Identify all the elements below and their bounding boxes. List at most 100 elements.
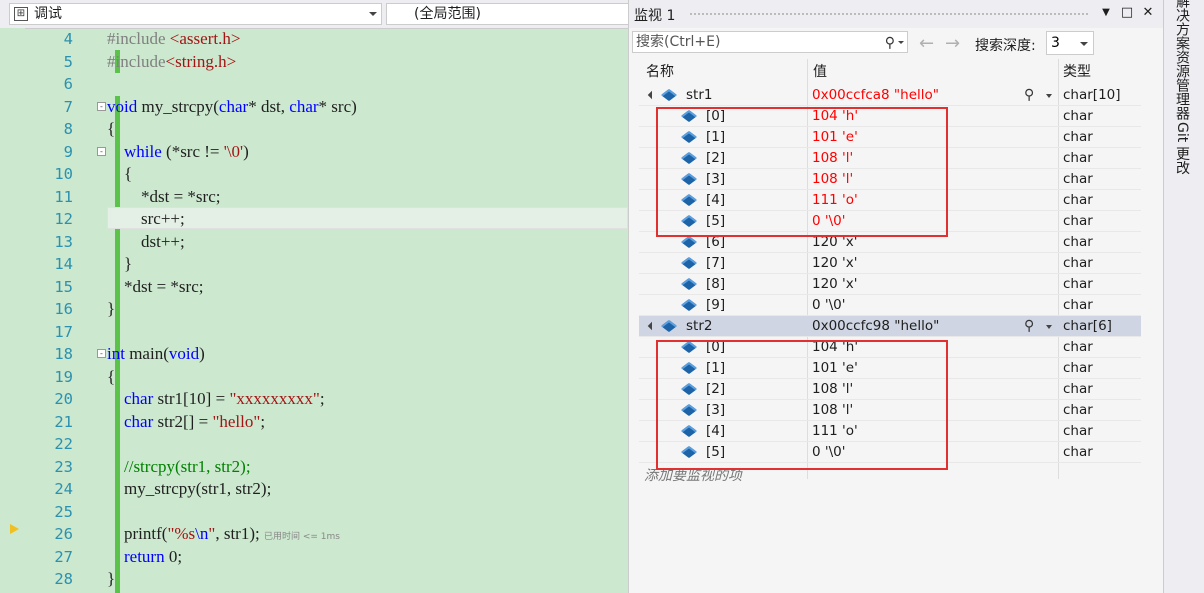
scope-dropdown[interactable]: ⊞ 调试 [9, 3, 382, 25]
element-value[interactable]: 120 'x' [812, 253, 857, 274]
watch-row[interactable]: [1] 101 'e' char [639, 358, 1141, 379]
element-type: char [1063, 360, 1093, 376]
search-input[interactable]: 搜索(Ctrl+E) ⚲ [632, 31, 908, 53]
watch-row[interactable]: [4] 111 'o' char [639, 190, 1141, 211]
column-header-type[interactable]: 类型 [1063, 59, 1091, 85]
chevron-down-icon[interactable] [898, 41, 904, 44]
line-number: 13 [54, 232, 73, 251]
string-literal: "xxxxxxxxx" [229, 389, 320, 408]
watch-row[interactable]: [2] 108 'l' char [639, 148, 1141, 169]
magnify-icon[interactable]: ⚲ [1024, 85, 1034, 106]
watch-row-str2[interactable]: str2 0x00ccfc98 "hello" ⚲ char[6] [639, 316, 1141, 337]
code-line: *dst = *src; [107, 186, 221, 206]
watch-row[interactable]: [0] 104 'h' char [639, 337, 1141, 358]
watch-row[interactable]: [9] 0 '\0' char [639, 295, 1141, 316]
field-icon [680, 403, 698, 417]
tab-git-changes[interactable]: Git 更改 [1172, 122, 1192, 175]
add-watch-hint[interactable]: 添加要监视的项 [644, 465, 742, 485]
watch-row[interactable]: [5] 0 '\0' char [639, 211, 1141, 232]
expand-collapse-icon[interactable] [647, 321, 657, 331]
search-depth-dropdown[interactable]: 3 [1046, 31, 1094, 55]
perf-tip[interactable]: 已用时间 <= 1ms [264, 532, 340, 542]
watch-row[interactable]: [6] 120 'x' char [639, 232, 1141, 253]
code-text: ; [319, 389, 325, 408]
variable-value[interactable]: 0x00ccfc98 "hello" [812, 316, 939, 337]
window-menu-icon[interactable]: ▼ [1097, 4, 1115, 22]
watch-row[interactable]: [4] 111 'o' char [639, 421, 1141, 442]
element-value[interactable]: 104 'h' [812, 337, 858, 358]
element-value[interactable]: 111 'o' [812, 421, 858, 442]
back-arrow-icon[interactable]: ← [919, 33, 934, 54]
column-header-name[interactable]: 名称 [646, 59, 674, 85]
line-number: 11 [54, 187, 73, 206]
element-type: char [1063, 297, 1093, 313]
code-text: str2[] = [153, 411, 213, 431]
watch-title-bar[interactable]: 监视 1 ▼ □ ✕ [629, 0, 1164, 28]
field-icon [680, 214, 698, 228]
collapse-icon[interactable]: - [97, 349, 106, 358]
variable-icon [660, 319, 678, 333]
code-text: ) [199, 344, 205, 363]
watch-row[interactable]: [8] 120 'x' char [639, 274, 1141, 295]
watch-row[interactable]: [5] 0 '\0' char [639, 442, 1141, 463]
keyword: void [168, 344, 200, 363]
line-number: 22 [54, 435, 73, 453]
collapse-icon[interactable]: - [97, 102, 106, 111]
chevron-down-icon[interactable] [1046, 325, 1052, 329]
element-value[interactable]: 0 '\0' [812, 442, 845, 463]
watch-row[interactable]: [3] 108 'l' char [639, 400, 1141, 421]
search-icon[interactable]: ⚲ [885, 33, 895, 53]
code-area[interactable]: #include <assert.h> #include<string.h> v… [107, 28, 628, 593]
watch-row[interactable]: [1] 101 'e' char [639, 127, 1141, 148]
field-icon [680, 130, 698, 144]
watch-row[interactable]: [2] 108 'l' char [639, 379, 1141, 400]
watch-row[interactable]: [3] 108 'l' char [639, 169, 1141, 190]
collapse-icon[interactable]: - [97, 147, 106, 156]
element-value[interactable]: 111 'o' [812, 190, 858, 211]
element-value[interactable]: 0 '\0' [812, 295, 845, 316]
chevron-down-icon[interactable] [1046, 94, 1052, 98]
element-index: [5] [706, 444, 726, 460]
element-value[interactable]: 101 'e' [812, 358, 858, 379]
element-value[interactable]: 108 'l' [812, 148, 853, 169]
element-value[interactable]: 108 'l' [812, 169, 853, 190]
field-icon [680, 340, 698, 354]
variable-value[interactable]: 0x00ccfca8 "hello" [812, 85, 939, 106]
expand-collapse-icon[interactable] [647, 90, 657, 100]
breakpoint-margin[interactable] [0, 28, 25, 593]
close-icon[interactable]: ✕ [1139, 4, 1157, 22]
drag-grip[interactable] [689, 12, 1089, 17]
element-value[interactable]: 120 'x' [812, 232, 857, 253]
element-value[interactable]: 101 'e' [812, 127, 858, 148]
line-number: 28 [54, 570, 73, 588]
code-editor[interactable]: ⊞ 调试 (全局范围) 4 5 6 7 8 9 10 11 12 13 14 1… [0, 0, 628, 593]
element-type: char [1063, 108, 1093, 124]
element-value[interactable]: 108 'l' [812, 379, 853, 400]
element-value[interactable]: 0 '\0' [812, 211, 845, 232]
element-value[interactable]: 104 'h' [812, 106, 858, 127]
element-type: char [1063, 276, 1093, 292]
watch-row[interactable]: [0] 104 'h' char [639, 106, 1141, 127]
element-type: char [1063, 234, 1093, 250]
element-index: [0] [706, 108, 726, 124]
column-header-value[interactable]: 值 [813, 59, 827, 85]
variable-icon [660, 88, 678, 102]
code-line: { [107, 164, 133, 183]
element-index: [9] [706, 297, 726, 313]
field-icon [680, 109, 698, 123]
watch-row-str1[interactable]: str1 0x00ccfca8 "hello" ⚲ char[10] [639, 85, 1141, 106]
keyword: while [107, 141, 162, 161]
element-value[interactable]: 108 'l' [812, 400, 853, 421]
tab-solution-explorer[interactable]: 解决方案资源管理器 [1172, 0, 1192, 120]
forward-arrow-icon[interactable]: → [945, 33, 960, 54]
code-text: (*src != [161, 141, 224, 161]
maximize-icon[interactable]: □ [1118, 4, 1136, 22]
magnify-icon[interactable]: ⚲ [1024, 316, 1034, 337]
line-number: 16 [54, 300, 73, 318]
watch-row[interactable]: [7] 120 'x' char [639, 253, 1141, 274]
global-scope-dropdown[interactable]: (全局范围) [386, 3, 628, 25]
element-value[interactable]: 120 'x' [812, 274, 857, 295]
field-icon [680, 298, 698, 312]
search-depth-value: 3 [1051, 35, 1060, 51]
keyword: char [107, 411, 154, 431]
